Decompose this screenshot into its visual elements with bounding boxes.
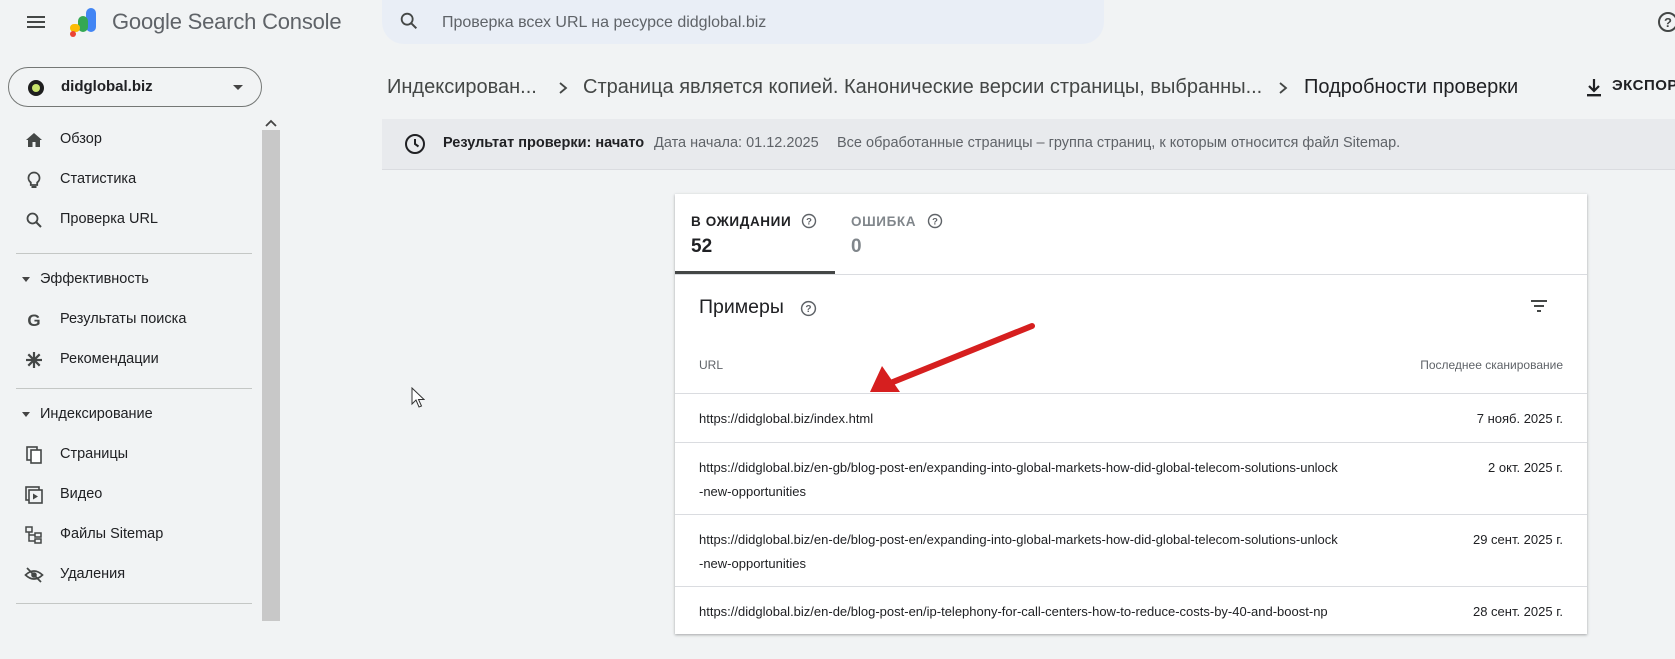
filter-icon[interactable] (1527, 294, 1551, 318)
pages-icon (26, 446, 42, 464)
download-icon (1587, 79, 1601, 97)
tab-count: 52 (691, 236, 713, 257)
tab-count: 0 (851, 236, 862, 257)
tab-label: ОШИБКА (851, 214, 917, 229)
search-icon[interactable] (398, 10, 420, 32)
table-row[interactable]: https://didglobal.biz/index.html 7 нояб.… (675, 393, 1587, 443)
site-favicon-icon (28, 80, 44, 96)
search-icon (26, 212, 42, 228)
tabs-divider (675, 274, 1587, 275)
chevron-right-icon (1279, 82, 1288, 94)
sidebar-item-label: Страницы (60, 446, 129, 462)
sidebar-item-label: Видео (60, 486, 103, 502)
collapse-triangle-icon (22, 412, 30, 417)
annotation-arrow-icon (870, 323, 1035, 392)
clock-icon (405, 134, 425, 154)
sidebar-item-url-inspection[interactable]: Проверка URL (16, 202, 252, 238)
sidebar-section-title: Эффективность (40, 271, 149, 287)
sidebar-item-label: Проверка URL (60, 211, 158, 227)
sidebar-item-label: Удаления (60, 566, 126, 582)
column-header-url[interactable]: URL (699, 358, 723, 372)
sidebar-item-video[interactable]: Видео (16, 477, 252, 513)
sidebar-item-overview[interactable]: Обзор (16, 122, 252, 158)
sidebar-divider (16, 603, 252, 604)
lightbulb-icon (27, 171, 41, 188)
sitemap-icon (25, 526, 42, 544)
row-url: https://didglobal.biz/en-de/blog-post-en… (699, 532, 1338, 571)
asterisk-icon (26, 352, 42, 368)
column-header-last-crawled[interactable]: Последнее сканирование (1420, 358, 1563, 372)
svg-text:?: ? (805, 304, 811, 315)
google-g-icon: G (27, 311, 40, 330)
video-icon (25, 486, 43, 504)
row-url: https://didglobal.biz/en-de/blog-post-en… (699, 604, 1328, 619)
scroll-up-icon[interactable] (262, 116, 280, 130)
tab-pending[interactable]: В ОЖИДАНИИ ? 52 (675, 194, 835, 274)
table-row[interactable]: https://didglobal.biz/en-gb/blog-post-en… (675, 442, 1587, 515)
help-icon[interactable]: ? (800, 300, 817, 317)
validation-description: Все обработанные страницы – группа стран… (837, 135, 1401, 151)
sidebar-item-label: Статистика (60, 171, 137, 187)
breadcrumb-indexing[interactable]: Индексирован... (387, 76, 537, 99)
property-name: didglobal.biz (61, 78, 153, 95)
sidebar-item-statistics[interactable]: Статистика (16, 162, 252, 198)
help-icon[interactable]: ? (801, 213, 817, 229)
collapse-triangle-icon (22, 277, 30, 282)
sidebar-section-performance[interactable]: Эффективность (16, 265, 252, 295)
sidebar-section-indexing[interactable]: Индексирование (16, 400, 252, 430)
validation-start-date: Дата начала: 01.12.2025 (654, 135, 819, 151)
sidebar-item-recommendations[interactable]: Рекомендации (16, 342, 252, 378)
svg-text:?: ? (932, 217, 938, 228)
breadcrumb-issue[interactable]: Страница является копией. Канонические в… (583, 76, 1262, 99)
sidebar-item-label: Файлы Sitemap (60, 526, 164, 542)
validation-status-banner: Результат проверки: начато Дата начала: … (382, 119, 1675, 170)
row-date: 29 сент. 2025 г. (1472, 532, 1563, 547)
chevron-right-icon (559, 82, 568, 94)
table-row[interactable]: https://didglobal.biz/en-de/blog-post-en… (675, 514, 1587, 587)
home-icon (26, 133, 42, 147)
sidebar-item-label: Обзор (60, 131, 102, 147)
url-inspection-input[interactable] (440, 0, 1084, 46)
search-bar[interactable] (382, 0, 1104, 46)
mouse-cursor-icon (411, 387, 425, 408)
svg-text:G: G (27, 311, 40, 330)
row-date: 7 нояб. 2025 г. (1476, 411, 1563, 426)
search-console-logo-icon[interactable] (66, 6, 102, 38)
row-date: 2 окт. 2025 г. (1488, 460, 1563, 475)
row-url: https://didglobal.biz/index.html (699, 411, 874, 426)
validation-result: Результат проверки: начато (443, 135, 645, 151)
help-icon[interactable]: ? (927, 213, 943, 229)
sidebar-item-pages[interactable]: Страницы (16, 437, 252, 473)
sidebar-item-search-results[interactable]: G Результаты поиска (16, 302, 252, 338)
sidebar-divider (16, 388, 252, 389)
export-label: ЭКСПОРТ (1612, 77, 1675, 94)
sidebar-section-title: Индексирование (40, 406, 153, 422)
app-title[interactable]: Google Search Console (112, 9, 342, 35)
row-url: https://didglobal.biz/en-gb/blog-post-en… (699, 460, 1338, 499)
row-date: 28 сент. 2025 г. (1472, 604, 1563, 619)
sidebar-scrollbar[interactable] (262, 119, 280, 621)
sidebar-item-sitemaps[interactable]: Файлы Sitemap (16, 517, 252, 553)
sidebar-item-label: Результаты поиска (60, 311, 187, 327)
svg-text:?: ? (1664, 15, 1672, 30)
eye-off-icon (24, 567, 44, 583)
tab-label: В ОЖИДАНИИ (691, 214, 792, 229)
sidebar-item-label: Рекомендации (60, 351, 159, 367)
help-icon[interactable]: ? (1656, 10, 1675, 34)
breadcrumb-current: Подробности проверки (1304, 76, 1519, 98)
tab-error[interactable]: ОШИБКА ? 0 (835, 194, 985, 274)
property-selector[interactable]: didglobal.biz (8, 67, 262, 107)
table-row[interactable]: https://didglobal.biz/en-de/blog-post-en… (675, 586, 1587, 659)
svg-text:?: ? (806, 217, 812, 228)
sidebar-divider (16, 253, 252, 254)
dropdown-caret-icon (233, 85, 243, 90)
menu-icon[interactable] (24, 10, 48, 34)
validation-details-card: В ОЖИДАНИИ ? 52 ОШИБКА ? 0 Примеры ? URL… (675, 194, 1587, 634)
sidebar-item-removals[interactable]: Удаления (16, 557, 252, 593)
examples-title: Примеры (699, 296, 784, 318)
